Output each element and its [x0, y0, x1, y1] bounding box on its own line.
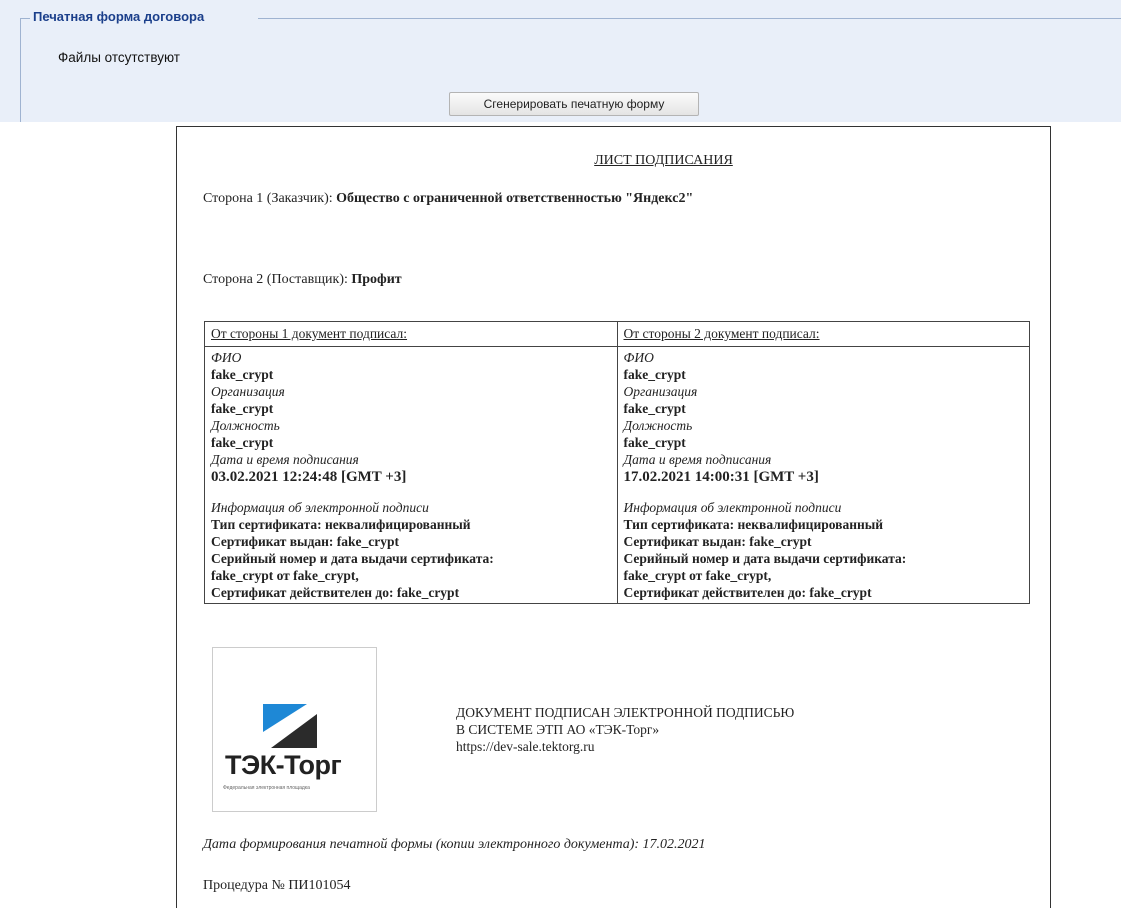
party-1-label: Сторона 1 (Заказчик): — [203, 191, 337, 206]
fieldset-border — [20, 18, 30, 19]
platform-url: https://dev-sale.tektorg.ru — [456, 739, 595, 754]
certificate-info: Тип сертификата: неквалифицированный Сер… — [211, 516, 611, 601]
panel-legend: Печатная форма договора — [33, 9, 205, 24]
party-1-name: Общество с ограниченной ответственностью… — [336, 191, 694, 206]
cert-type: Тип сертификата: неквалифицированный — [211, 517, 471, 532]
sig-info-label: Информация об электронной подписи — [623, 500, 842, 515]
tektorg-brand: ТЭК-Торг — [225, 750, 342, 780]
signatures-header-row: От стороны 1 документ подписал: От сторо… — [204, 321, 1030, 347]
signatures-body-row: ФИО fake_crypt Организация fake_crypt До… — [204, 346, 1030, 604]
cert-serial: Серийный номер и дата выдачи сертификата… — [211, 551, 494, 566]
fio-label: ФИО — [211, 350, 242, 365]
print-date: Дата формирования печатной формы (копии … — [203, 837, 706, 852]
position-value: fake_crypt — [211, 435, 274, 450]
cert-serial-value: fake_crypt от fake_crypt, — [623, 568, 772, 583]
org-value: fake_crypt — [623, 401, 686, 416]
org-label: Организация — [211, 384, 285, 399]
party-2: Сторона 2 (Поставщик): Профит — [203, 272, 402, 288]
certificate-info: Тип сертификата: неквалифицированный Сер… — [624, 516, 1024, 601]
no-files-text: Файлы отсутствуют — [58, 50, 180, 65]
fio-label: ФИО — [623, 350, 654, 365]
datetime-value: 17.02.2021 14:00:31 [GMT +3] — [623, 469, 819, 485]
signing-sheet-document: ЛИСТ ПОДПИСАНИЯ Сторона 1 (Заказчик): Об… — [176, 126, 1051, 908]
party-2-label: Сторона 2 (Поставщик): — [203, 272, 352, 287]
signer-2-cell: ФИО fake_crypt Организация fake_crypt До… — [616, 346, 1030, 604]
cert-serial-value: fake_crypt от fake_crypt, — [211, 568, 359, 583]
cert-valid: Сертификат действителен до: fake_crypt — [623, 585, 872, 600]
org-label: Организация — [623, 384, 698, 399]
fieldset-border — [258, 18, 1121, 19]
datetime-label: Дата и время подписания — [211, 452, 359, 467]
generate-print-form-button[interactable]: Сгенерировать печатную форму — [449, 92, 699, 116]
cert-issued: Сертификат выдан: fake_crypt — [623, 534, 812, 549]
datetime-value: 03.02.2021 12:24:48 [GMT +3] — [211, 469, 407, 485]
document-title: ЛИСТ ПОДПИСАНИЯ — [594, 153, 733, 168]
cert-serial: Серийный номер и дата выдачи сертификата… — [623, 551, 907, 566]
contract-print-form-panel: Печатная форма договора Файлы отсутствую… — [0, 0, 1121, 122]
position-value: fake_crypt — [623, 435, 686, 450]
party-2-name: Профит — [351, 272, 402, 287]
position-label: Должность — [623, 418, 693, 433]
fieldset-border — [20, 18, 21, 122]
org-value: fake_crypt — [211, 401, 274, 416]
cert-valid: Сертификат действителен до: fake_crypt — [211, 585, 460, 600]
signed-notice-line: ДОКУМЕНТ ПОДПИСАН ЭЛЕКТРОННОЙ ПОДПИСЬЮ — [456, 705, 795, 720]
fio-value: fake_crypt — [623, 367, 686, 382]
signatures-table: От стороны 1 документ подписал: От сторо… — [204, 321, 1030, 604]
tektorg-stamp: ТЭК-Торг Федеральная электронная площадк… — [212, 647, 377, 812]
tektorg-tagline: Федеральная электронная площадка — [223, 785, 310, 791]
procedure-number: Процедура № ПИ101054 — [203, 878, 351, 893]
sig-info-label: Информация об электронной подписи — [211, 500, 429, 515]
datetime-label: Дата и время подписания — [623, 452, 772, 467]
party-1: Сторона 1 (Заказчик): Общество с огранич… — [203, 191, 693, 207]
tektorg-logo-icon — [263, 704, 317, 748]
cert-type: Тип сертификата: неквалифицированный — [623, 517, 884, 532]
signer-1-cell: ФИО fake_crypt Организация fake_crypt До… — [204, 346, 618, 604]
signer-2-header: От стороны 2 документ подписал: — [616, 321, 1030, 347]
fio-value: fake_crypt — [211, 367, 274, 382]
signed-notice: ДОКУМЕНТ ПОДПИСАН ЭЛЕКТРОННОЙ ПОДПИСЬЮ В… — [456, 704, 794, 755]
cert-issued: Сертификат выдан: fake_crypt — [211, 534, 400, 549]
position-label: Должность — [211, 418, 280, 433]
signed-notice-line: В СИСТЕМЕ ЭТП АО «ТЭК-Торг» — [456, 722, 660, 737]
signer-1-header: От стороны 1 документ подписал: — [204, 321, 618, 347]
